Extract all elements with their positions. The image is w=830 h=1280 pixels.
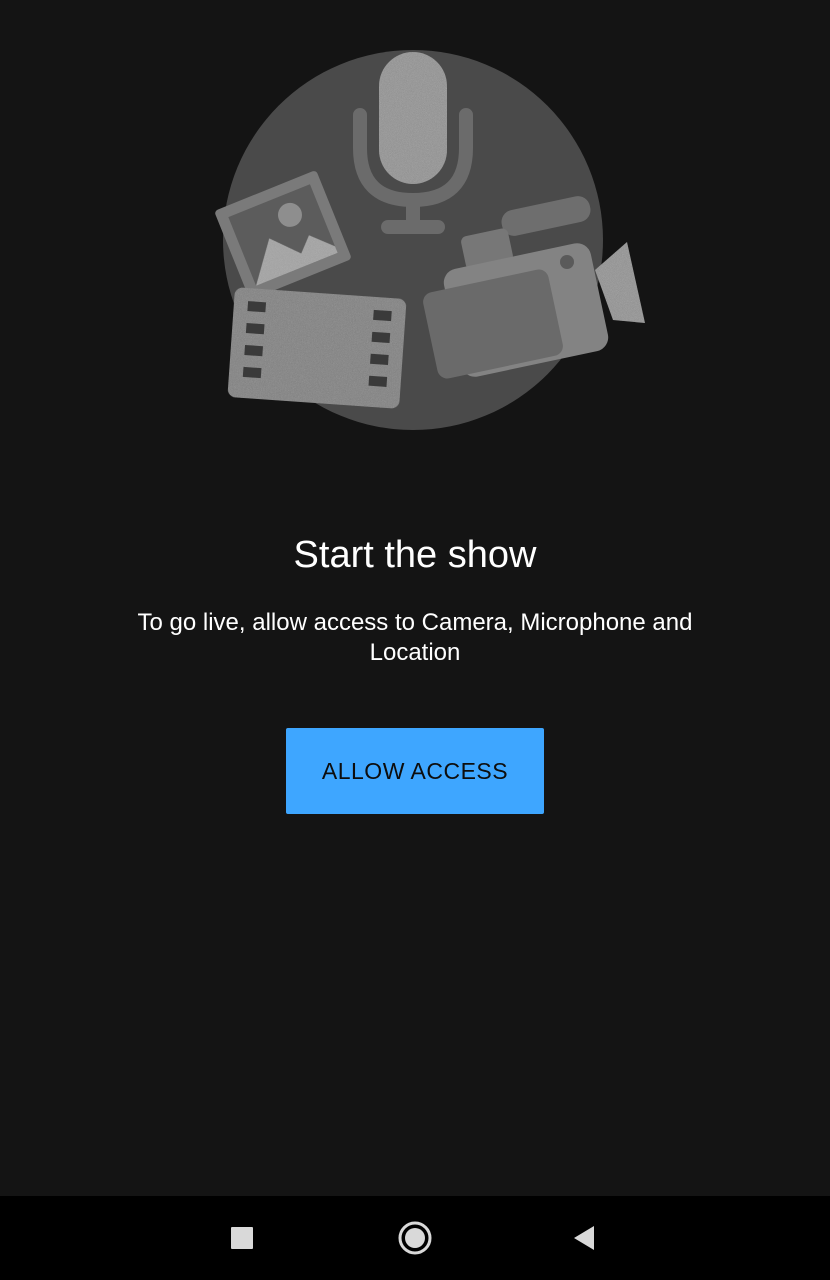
film-strip-icon: [227, 287, 407, 409]
permission-screen: Start the show To go live, allow access …: [0, 0, 830, 1196]
home-button[interactable]: [387, 1210, 443, 1266]
back-icon: [574, 1226, 594, 1250]
system-navigation-bar: [0, 1196, 830, 1280]
home-icon: [398, 1221, 432, 1255]
page-title: Start the show: [293, 534, 537, 576]
permission-description: To go live, allow access to Camera, Micr…: [137, 609, 693, 666]
allow-access-button[interactable]: ALLOW ACCESS: [286, 728, 544, 814]
go-live-illustration: [215, 50, 645, 430]
recents-button[interactable]: [214, 1210, 270, 1266]
recents-icon: [231, 1227, 253, 1249]
back-button[interactable]: [557, 1210, 613, 1266]
